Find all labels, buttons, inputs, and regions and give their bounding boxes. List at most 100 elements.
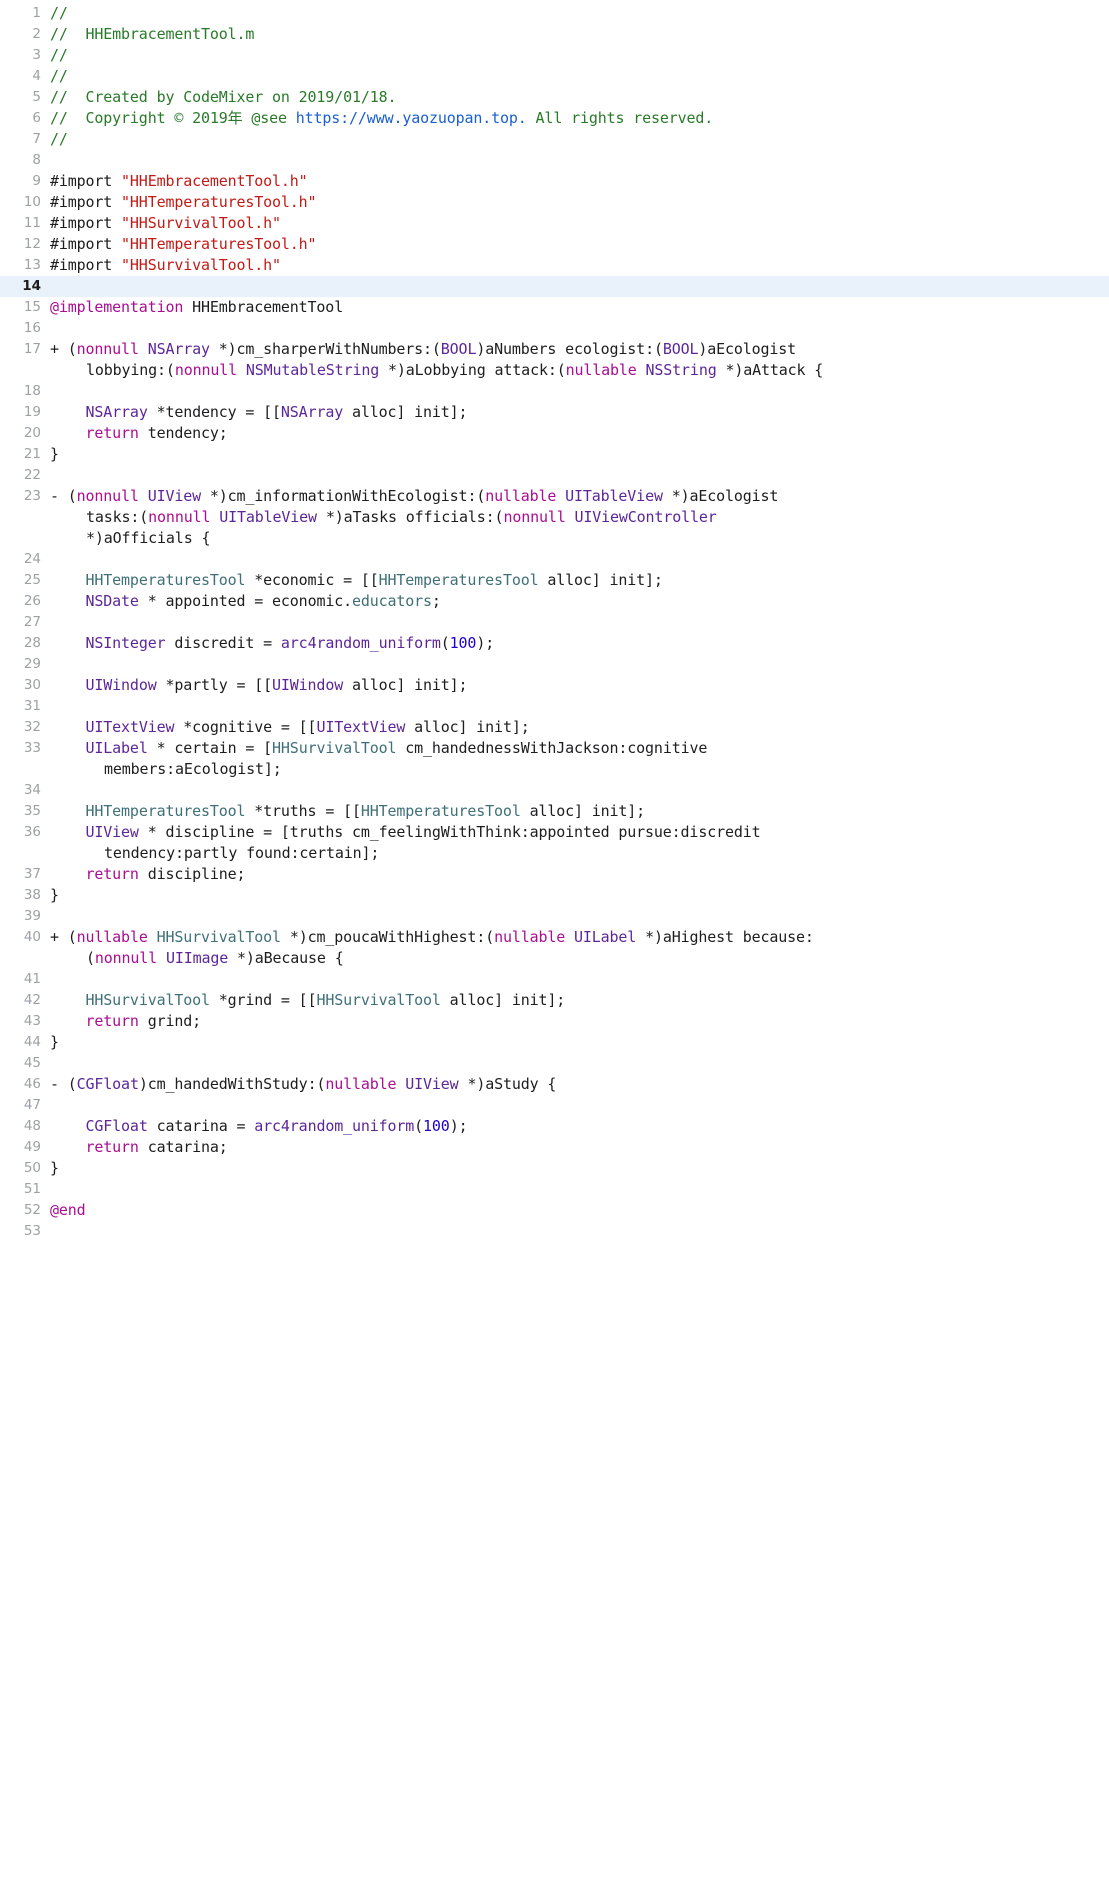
- line-content[interactable]: UIView * discipline = [truths cm_feeling…: [50, 822, 1109, 864]
- line-content[interactable]: return catarina;: [50, 1137, 1109, 1158]
- code-line[interactable]: 23 - (nonnull UIView *)cm_informationWit…: [0, 486, 1109, 549]
- code-line-active[interactable]: 14: [0, 276, 1109, 297]
- line-content[interactable]: UIWindow *partly = [[UIWindow alloc] ini…: [50, 675, 1109, 696]
- line-content[interactable]: [50, 465, 1109, 486]
- line-content[interactable]: NSInteger discredit = arc4random_uniform…: [50, 633, 1109, 654]
- line-content[interactable]: //: [50, 45, 1109, 66]
- code-line[interactable]: 31: [0, 696, 1109, 717]
- code-line[interactable]: 16: [0, 318, 1109, 339]
- code-line[interactable]: 53: [0, 1221, 1109, 1242]
- line-content[interactable]: // Created by CodeMixer on 2019/01/18.: [50, 87, 1109, 108]
- line-content[interactable]: }: [50, 444, 1109, 465]
- code-line[interactable]: 17 + (nonnull NSArray *)cm_sharperWithNu…: [0, 339, 1109, 381]
- code-line[interactable]: 7 //: [0, 129, 1109, 150]
- line-content[interactable]: UILabel * certain = [HHSurvivalTool cm_h…: [50, 738, 1109, 780]
- code-editor[interactable]: 1 // 2 // HHEmbracementTool.m 3 // 4 // …: [0, 0, 1109, 1242]
- code-line[interactable]: 20 return tendency;: [0, 423, 1109, 444]
- line-content[interactable]: return discipline;: [50, 864, 1109, 885]
- line-content[interactable]: NSArray *tendency = [[NSArray alloc] ini…: [50, 402, 1109, 423]
- code-line[interactable]: 45: [0, 1053, 1109, 1074]
- line-content[interactable]: + (nonnull NSArray *)cm_sharperWithNumbe…: [50, 339, 1109, 381]
- code-line[interactable]: 15 @implementation HHEmbracementTool: [0, 297, 1109, 318]
- line-content[interactable]: // Copyright © 2019年 @see https://www.ya…: [50, 108, 1109, 129]
- line-content[interactable]: [50, 1053, 1109, 1074]
- code-line[interactable]: 38 }: [0, 885, 1109, 906]
- code-line[interactable]: 43 return grind;: [0, 1011, 1109, 1032]
- code-line[interactable]: 5 // Created by CodeMixer on 2019/01/18.: [0, 87, 1109, 108]
- code-line[interactable]: 1 //: [0, 3, 1109, 24]
- code-line[interactable]: 32 UITextView *cognitive = [[UITextView …: [0, 717, 1109, 738]
- code-line[interactable]: 8: [0, 150, 1109, 171]
- line-content[interactable]: // HHEmbracementTool.m: [50, 24, 1109, 45]
- code-line[interactable]: 49 return catarina;: [0, 1137, 1109, 1158]
- line-content[interactable]: CGFloat catarina = arc4random_uniform(10…: [50, 1116, 1109, 1137]
- code-line[interactable]: 27: [0, 612, 1109, 633]
- code-line[interactable]: 2 // HHEmbracementTool.m: [0, 24, 1109, 45]
- line-content[interactable]: [50, 1221, 1109, 1242]
- code-line[interactable]: 50 }: [0, 1158, 1109, 1179]
- line-content[interactable]: [50, 276, 1109, 297]
- line-content[interactable]: NSDate * appointed = economic.educators;: [50, 591, 1109, 612]
- line-content[interactable]: return tendency;: [50, 423, 1109, 444]
- line-content[interactable]: [50, 696, 1109, 717]
- code-line[interactable]: 40 + (nullable HHSurvivalTool *)cm_pouca…: [0, 927, 1109, 969]
- line-content[interactable]: [50, 1179, 1109, 1200]
- code-line[interactable]: 9 #import "HHEmbracementTool.h": [0, 171, 1109, 192]
- line-content[interactable]: + (nullable HHSurvivalTool *)cm_poucaWit…: [50, 927, 1109, 969]
- code-line[interactable]: 33 UILabel * certain = [HHSurvivalTool c…: [0, 738, 1109, 780]
- code-line[interactable]: 19 NSArray *tendency = [[NSArray alloc] …: [0, 402, 1109, 423]
- code-line[interactable]: 25 HHTemperaturesTool *economic = [[HHTe…: [0, 570, 1109, 591]
- line-content[interactable]: - (nonnull UIView *)cm_informationWithEc…: [50, 486, 1109, 549]
- line-content[interactable]: [50, 969, 1109, 990]
- code-line[interactable]: 6 // Copyright © 2019年 @see https://www.…: [0, 108, 1109, 129]
- code-line[interactable]: 34: [0, 780, 1109, 801]
- line-content[interactable]: HHSurvivalTool *grind = [[HHSurvivalTool…: [50, 990, 1109, 1011]
- line-content[interactable]: HHTemperaturesTool *truths = [[HHTempera…: [50, 801, 1109, 822]
- line-content[interactable]: //: [50, 3, 1109, 24]
- code-line[interactable]: 3 //: [0, 45, 1109, 66]
- code-line[interactable]: 26 NSDate * appointed = economic.educato…: [0, 591, 1109, 612]
- code-line[interactable]: 37 return discipline;: [0, 864, 1109, 885]
- code-line[interactable]: 44 }: [0, 1032, 1109, 1053]
- line-content[interactable]: [50, 654, 1109, 675]
- line-content[interactable]: #import "HHTemperaturesTool.h": [50, 192, 1109, 213]
- code-line[interactable]: 18: [0, 381, 1109, 402]
- line-content[interactable]: }: [50, 885, 1109, 906]
- code-line[interactable]: 47: [0, 1095, 1109, 1116]
- code-line[interactable]: 36 UIView * discipline = [truths cm_feel…: [0, 822, 1109, 864]
- line-content[interactable]: UITextView *cognitive = [[UITextView all…: [50, 717, 1109, 738]
- line-content[interactable]: }: [50, 1032, 1109, 1053]
- comment-url[interactable]: https://www.yaozuopan.top.: [296, 109, 527, 127]
- line-content[interactable]: [50, 612, 1109, 633]
- line-content[interactable]: #import "HHTemperaturesTool.h": [50, 234, 1109, 255]
- code-line[interactable]: 12 #import "HHTemperaturesTool.h": [0, 234, 1109, 255]
- line-content[interactable]: [50, 906, 1109, 927]
- line-content[interactable]: @implementation HHEmbracementTool: [50, 297, 1109, 318]
- code-line[interactable]: 22: [0, 465, 1109, 486]
- line-content[interactable]: [50, 381, 1109, 402]
- line-content[interactable]: //: [50, 129, 1109, 150]
- line-content[interactable]: return grind;: [50, 1011, 1109, 1032]
- line-content[interactable]: [50, 1095, 1109, 1116]
- code-line[interactable]: 39: [0, 906, 1109, 927]
- line-content[interactable]: [50, 318, 1109, 339]
- line-content[interactable]: }: [50, 1158, 1109, 1179]
- code-line[interactable]: 41: [0, 969, 1109, 990]
- code-line[interactable]: 28 NSInteger discredit = arc4random_unif…: [0, 633, 1109, 654]
- code-line[interactable]: 21 }: [0, 444, 1109, 465]
- code-line[interactable]: 11 #import "HHSurvivalTool.h": [0, 213, 1109, 234]
- code-line[interactable]: 52 @end: [0, 1200, 1109, 1221]
- code-line[interactable]: 10 #import "HHTemperaturesTool.h": [0, 192, 1109, 213]
- line-content[interactable]: #import "HHSurvivalTool.h": [50, 213, 1109, 234]
- line-content[interactable]: HHTemperaturesTool *economic = [[HHTempe…: [50, 570, 1109, 591]
- code-line[interactable]: 48 CGFloat catarina = arc4random_uniform…: [0, 1116, 1109, 1137]
- line-content[interactable]: @end: [50, 1200, 1109, 1221]
- line-content[interactable]: - (CGFloat)cm_handedWithStudy:(nullable …: [50, 1074, 1109, 1095]
- line-content[interactable]: #import "HHEmbracementTool.h": [50, 171, 1109, 192]
- code-line[interactable]: 35 HHTemperaturesTool *truths = [[HHTemp…: [0, 801, 1109, 822]
- code-line[interactable]: 29: [0, 654, 1109, 675]
- code-line[interactable]: 4 //: [0, 66, 1109, 87]
- code-line[interactable]: 42 HHSurvivalTool *grind = [[HHSurvivalT…: [0, 990, 1109, 1011]
- code-line[interactable]: 24: [0, 549, 1109, 570]
- code-line[interactable]: 30 UIWindow *partly = [[UIWindow alloc] …: [0, 675, 1109, 696]
